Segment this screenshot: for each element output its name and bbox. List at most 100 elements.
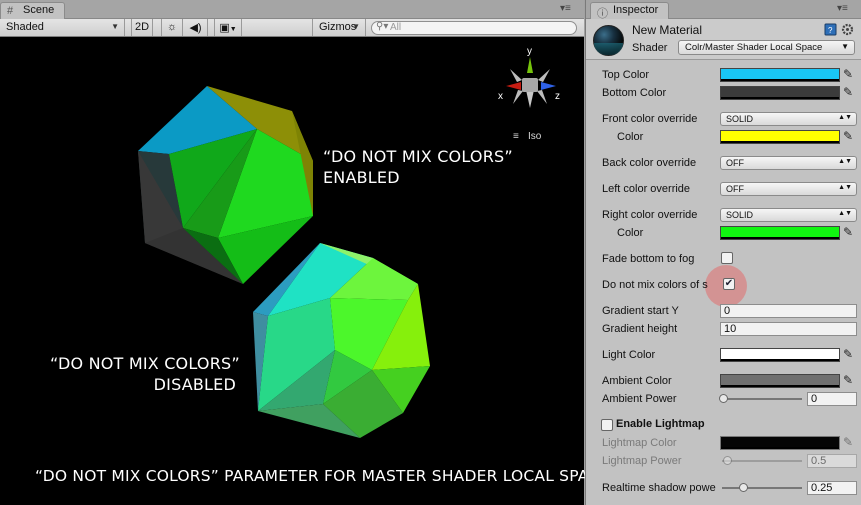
left-override-dropdown[interactable]: OFF ▲▼ [720, 182, 857, 196]
shader-value: Colr/Master Shader Local Space [685, 42, 823, 53]
window-menu-icon[interactable]: ▾≡ [837, 3, 848, 14]
material-preview-sphere [593, 25, 624, 56]
front-color-label: Color [617, 131, 644, 143]
ambient-power-input[interactable]: 0 [807, 392, 857, 406]
prop-no-mix: Do not mix colors of s ✔ [586, 276, 861, 294]
left-override-value: OFF [726, 184, 744, 194]
section-enable-lightmap: Enable Lightmap [586, 416, 861, 434]
prop-back-override: Back color override OFF ▲▼ [586, 154, 861, 172]
annotation-enabled-line2: ENABLED [323, 168, 400, 187]
annotation-enabled: “DO NOT MIX COLORS” ENABLED [323, 146, 513, 188]
gradient-start-input[interactable]: 0 [720, 304, 857, 318]
effects-dropdown[interactable]: ▣▼ [214, 19, 242, 36]
tab-scene[interactable]: # Scene [0, 2, 66, 19]
prop-front-override: Front color override SOLID ▲▼ [586, 110, 861, 128]
enable-lightmap-label: Enable Lightmap [616, 418, 705, 430]
tab-inspector[interactable]: ⓘ Inspector [590, 2, 670, 20]
axis-x-label: x [498, 91, 503, 102]
gear-icon[interactable] [841, 23, 854, 36]
annotation-disabled-line2: DISABLED [153, 375, 236, 394]
scene-viewport[interactable]: y x z ≡ Iso “DO NOT MIX COLORS” ENABLED … [0, 38, 609, 505]
annotation-enabled-line1: “DO NOT MIX COLORS” [323, 147, 513, 166]
ambient-color-swatch[interactable] [720, 374, 840, 388]
prop-right-override: Right color override SOLID ▲▼ [586, 206, 861, 224]
chevron-down-icon: ▼ [111, 22, 119, 31]
right-color-swatch[interactable] [720, 226, 840, 240]
icosahedron-disabled [253, 243, 430, 438]
prop-gradient-height: Gradient height 10 [586, 320, 861, 338]
front-override-value: SOLID [726, 114, 754, 124]
front-color-swatch[interactable] [720, 130, 840, 144]
prop-ambient-color: Ambient Color ✎ [586, 372, 861, 390]
no-mix-label: Do not mix colors of s [602, 279, 708, 291]
shadow-power-input[interactable]: 0.25 [807, 481, 857, 495]
front-override-dropdown[interactable]: SOLID ▲▼ [720, 112, 857, 126]
inspector-tab-bar: ⓘ Inspector ▾≡ [586, 0, 861, 20]
book-icon[interactable]: ? [824, 23, 837, 36]
toggle-2d-button[interactable]: 2D [131, 19, 153, 36]
search-placeholder: All [390, 22, 402, 33]
axis-z-label: z [555, 91, 560, 102]
gradient-start-label: Gradient start Y [602, 305, 679, 317]
scene-render: y x z ≡ Iso [138, 46, 560, 438]
prop-light-color: Light Color ✎ [586, 346, 861, 364]
window-menu-icon[interactable]: ▾≡ [560, 3, 571, 14]
no-mix-checkbox[interactable]: ✔ [723, 278, 735, 290]
eyedropper-icon: ✎ [843, 435, 854, 449]
ambient-power-slider-thumb[interactable] [719, 394, 728, 403]
orientation-gizmo[interactable]: y x z ≡ Iso [498, 46, 560, 142]
right-color-label: Color [617, 227, 644, 239]
ambient-power-slider[interactable] [722, 398, 802, 400]
checkmark-icon: ✔ [724, 278, 734, 289]
right-override-dropdown[interactable]: SOLID ▲▼ [720, 208, 857, 222]
shader-dropdown[interactable]: Colr/Master Shader Local Space ▼ [678, 40, 855, 55]
eyedropper-icon[interactable]: ✎ [843, 347, 857, 361]
bottom-color-swatch[interactable] [720, 86, 840, 100]
eyedropper-icon[interactable]: ✎ [843, 373, 857, 387]
prop-shadow-power: Realtime shadow powe 0.25 [586, 479, 861, 497]
gradient-height-label: Gradient height [602, 323, 678, 335]
eyedropper-icon[interactable]: ✎ [843, 67, 857, 81]
prop-right-color: Color ✎ [586, 224, 861, 242]
material-header: New Material Shader Colr/Master Shader L… [586, 19, 861, 60]
annotation-disabled: “DO NOT MIX COLORS” DISABLED [50, 353, 240, 395]
audio-toggle-button[interactable]: ◀) [184, 19, 208, 36]
updown-arrows-icon: ▲▼ [838, 184, 852, 191]
light-color-swatch[interactable] [720, 348, 840, 362]
gizmos-dropdown[interactable]: Gizmos ▼ [312, 19, 366, 36]
chevron-down-icon: ▼ [841, 42, 849, 51]
scene-view-window: # Scene ▾≡ Shaded ▼ 2D ☼ ◀) ▣▼ Gizmos ▼ … [0, 0, 609, 505]
top-color-swatch[interactable] [720, 68, 840, 82]
scene-search-input[interactable]: ⚲▾ All [371, 21, 577, 35]
right-override-value: SOLID [726, 210, 754, 220]
back-override-dropdown[interactable]: OFF ▲▼ [720, 156, 857, 170]
scene-toolbar: Shaded ▼ 2D ☼ ◀) ▣▼ Gizmos ▼ ⚲▾ All [0, 19, 584, 37]
shading-mode-value: Shaded [6, 21, 44, 33]
gradient-height-input[interactable]: 10 [720, 322, 857, 336]
grid-icon: # [7, 5, 14, 17]
axis-y-label: y [527, 46, 532, 57]
projection-iso-label: Iso [528, 131, 542, 142]
eyedropper-icon[interactable]: ✎ [843, 129, 857, 143]
prop-ambient-power: Ambient Power 0 [586, 390, 861, 408]
eyedropper-icon[interactable]: ✎ [843, 225, 857, 239]
prop-lightmap-color: Lightmap Color ✎ [586, 434, 861, 452]
enable-lightmap-checkbox[interactable] [601, 419, 613, 431]
lightmap-power-slider-thumb [723, 456, 732, 465]
shadow-power-slider-thumb[interactable] [739, 483, 748, 492]
shading-mode-dropdown[interactable]: Shaded ▼ [0, 19, 125, 36]
shadow-power-slider[interactable] [722, 487, 802, 489]
speaker-icon: ◀) [189, 22, 202, 34]
eyedropper-icon[interactable]: ✎ [843, 85, 857, 99]
front-override-label: Front color override [602, 113, 698, 125]
fade-bottom-checkbox[interactable] [721, 252, 733, 264]
search-icon: ⚲▾ [376, 21, 389, 32]
shader-label: Shader [632, 42, 668, 54]
lighting-toggle-button[interactable]: ☼ [161, 19, 183, 36]
lightmap-power-slider [722, 460, 802, 462]
inspector-window: ⓘ Inspector ▾≡ New Material Shader Colr/… [585, 0, 861, 505]
tab-inspector-label: Inspector [613, 4, 659, 16]
ambient-color-label: Ambient Color [602, 375, 672, 387]
prop-lightmap-power: Lightmap Power 0.5 [586, 452, 861, 470]
shadow-power-label: Realtime shadow powe [602, 482, 716, 494]
